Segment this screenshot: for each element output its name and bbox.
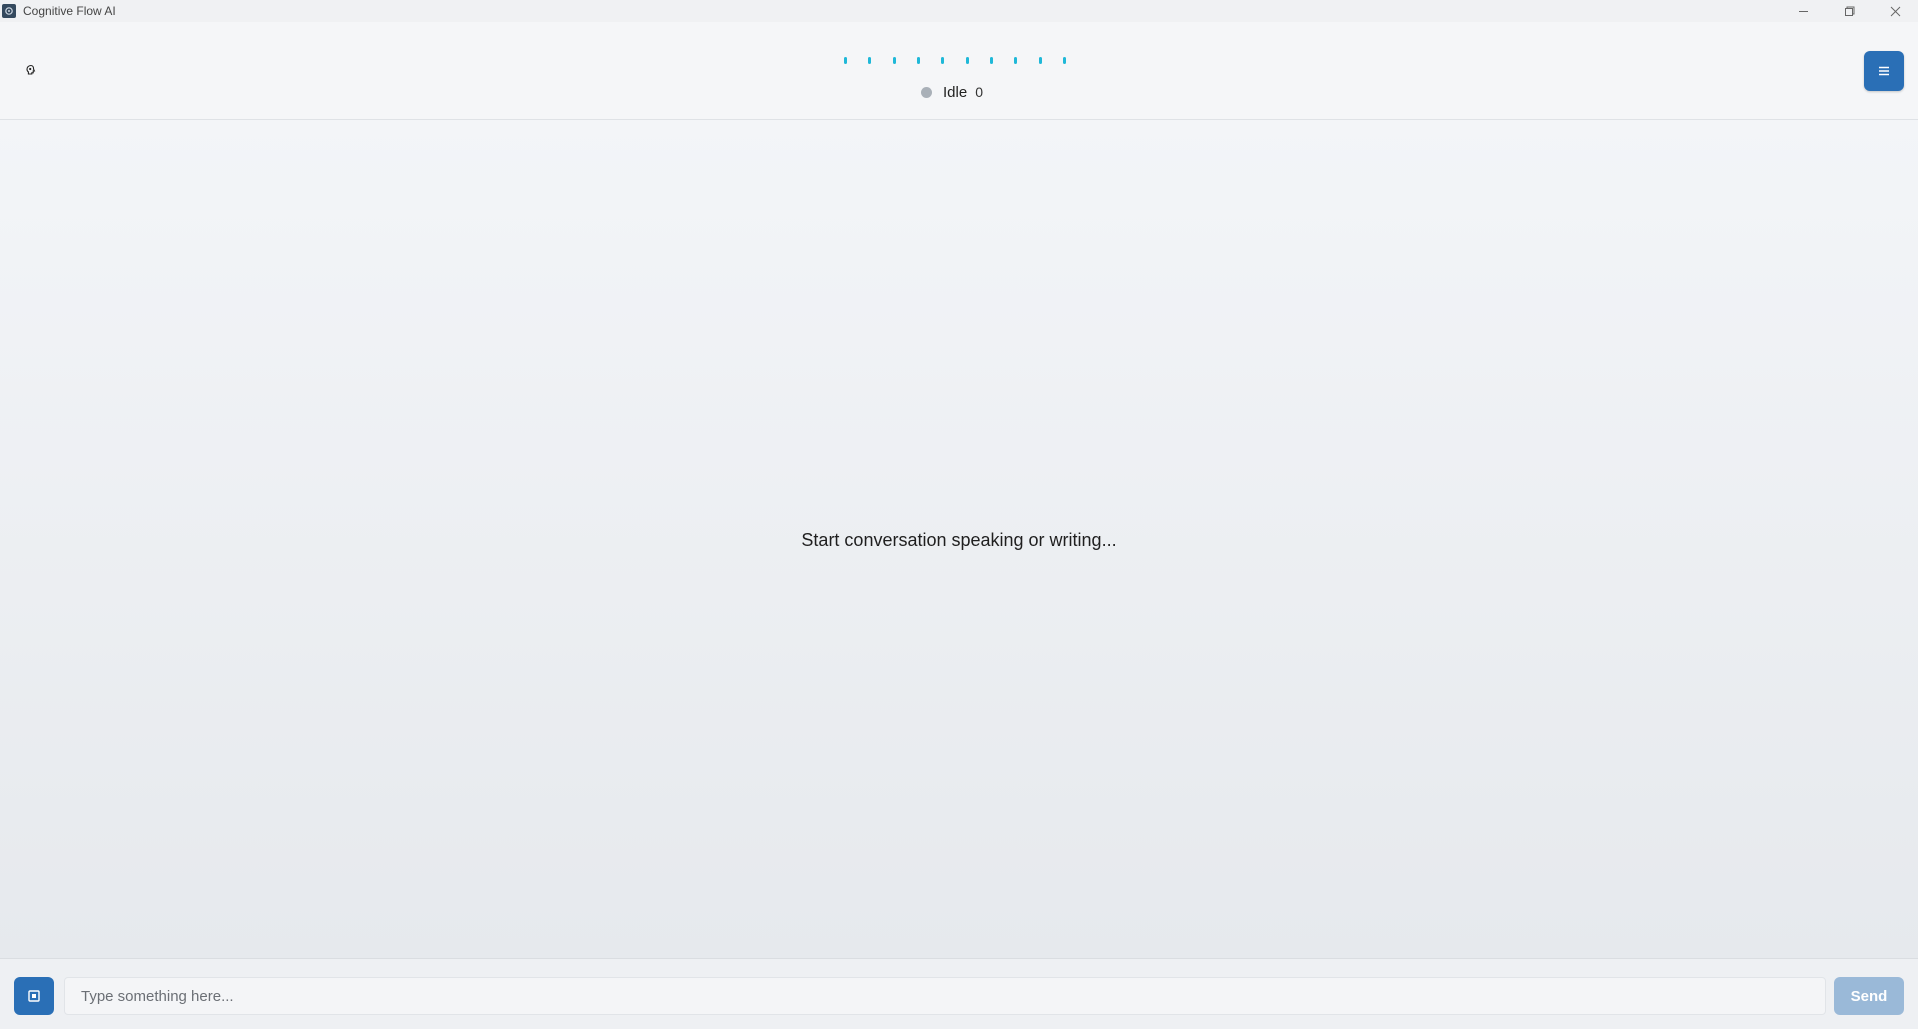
status-label: Idle — [943, 83, 968, 101]
app-window: Cognitive Flow AI Idle 0 Start conversat… — [0, 0, 1918, 1029]
status-dot — [921, 86, 932, 98]
waveform-bar — [1014, 56, 1018, 64]
waveform-bar — [844, 56, 847, 64]
input-bar: Send — [0, 958, 1918, 1029]
minimize-button[interactable] — [1780, 0, 1826, 22]
maximize-icon — [1844, 6, 1854, 16]
close-icon — [1890, 6, 1900, 16]
message-input[interactable] — [64, 977, 1826, 1015]
status-count: 0 — [975, 84, 983, 100]
hamburger-menu-icon — [1879, 66, 1889, 76]
send-button[interactable]: Send — [1834, 977, 1904, 1015]
minimize-icon — [1798, 10, 1808, 12]
close-button[interactable] — [1872, 0, 1918, 22]
status-indicator: Idle 0 — [921, 80, 983, 104]
waveform-bar — [1062, 56, 1066, 64]
title-bar[interactable]: Cognitive Flow AI — [0, 0, 1918, 22]
brain-icon[interactable] — [25, 64, 37, 76]
screen-capture-icon — [28, 990, 40, 1002]
window-controls — [1780, 0, 1918, 22]
voice-waveform — [844, 54, 1066, 66]
menu-button[interactable] — [1864, 51, 1904, 91]
header: Idle 0 — [0, 22, 1918, 120]
waveform-bar — [916, 56, 920, 64]
waveform-bar — [941, 56, 945, 64]
conversation-area: Start conversation speaking or writing..… — [0, 120, 1918, 958]
waveform-bar — [1038, 56, 1042, 64]
window-title: Cognitive Flow AI — [23, 4, 116, 18]
waveform-bar — [989, 56, 993, 64]
screen-capture-button[interactable] — [14, 977, 54, 1015]
waveform-bar — [965, 56, 969, 64]
waveform-bar — [868, 56, 872, 64]
maximize-button[interactable] — [1826, 0, 1872, 22]
empty-state-message: Start conversation speaking or writing..… — [801, 530, 1117, 550]
app-logo-icon — [2, 4, 16, 18]
waveform-bar — [892, 56, 896, 64]
